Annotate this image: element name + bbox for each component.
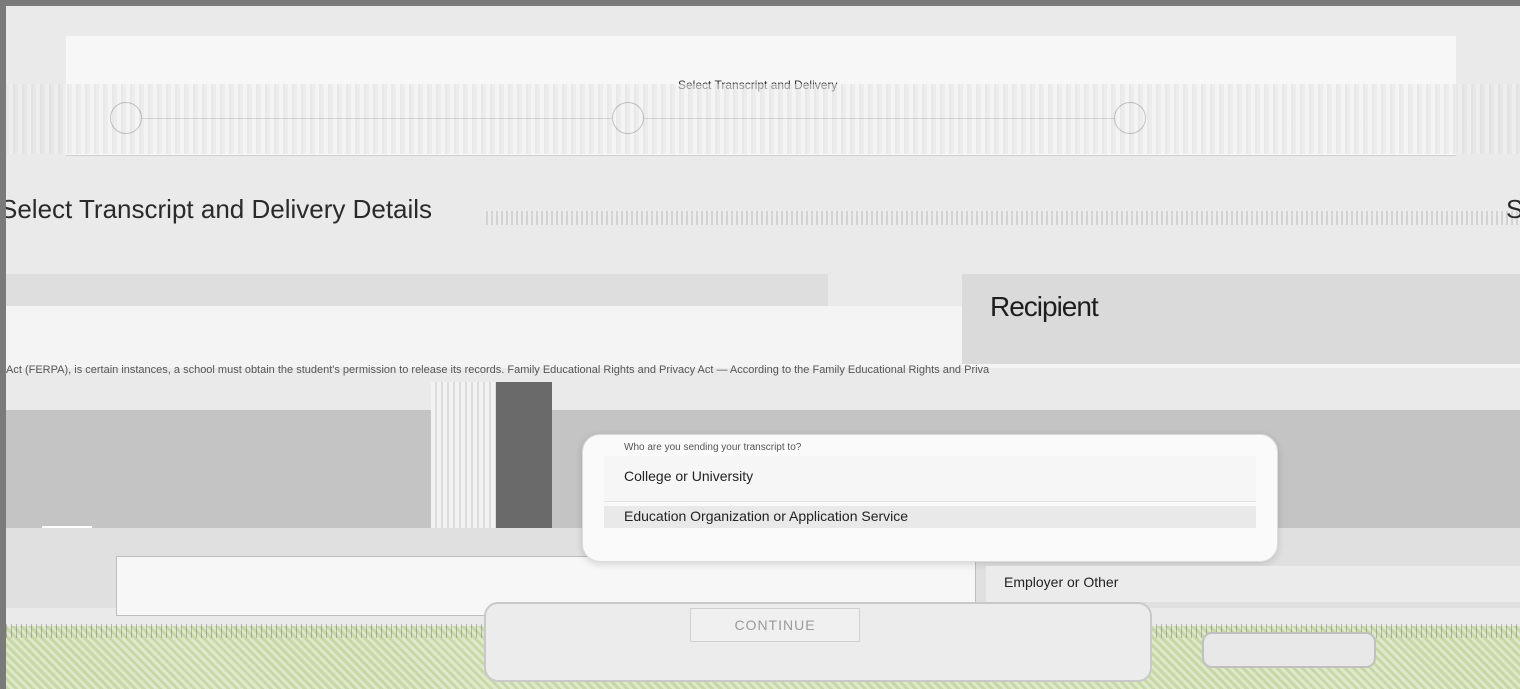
render-artifact: [431, 382, 496, 528]
divider: [42, 526, 92, 528]
transcript-panel-header: [6, 274, 828, 306]
continue-button[interactable]: CONTINUE: [690, 608, 860, 642]
page-title: Select Transcript and Delivery Details: [6, 194, 433, 224]
option-education-organization[interactable]: Education Organization or Application Se…: [604, 506, 1256, 528]
secondary-button[interactable]: [1202, 632, 1376, 668]
render-artifact-band: [6, 84, 1520, 154]
heading-divider: [486, 211, 1520, 225]
option-college-or-university[interactable]: College or University: [604, 456, 1256, 502]
page-frame: Select Transcript and Delivery Select Tr…: [6, 6, 1520, 689]
ferpa-notice: Act (FERPA), is certain instances, a sch…: [6, 364, 990, 376]
summary-heading-fragment: S: [1506, 194, 1520, 224]
option-employer-or-other[interactable]: Employer or Other: [986, 566, 1520, 602]
recipient-heading: Recipient: [990, 291, 1099, 322]
recipient-type-label: Who are you sending your transcript to?: [624, 442, 802, 453]
render-artifact: [496, 382, 552, 528]
